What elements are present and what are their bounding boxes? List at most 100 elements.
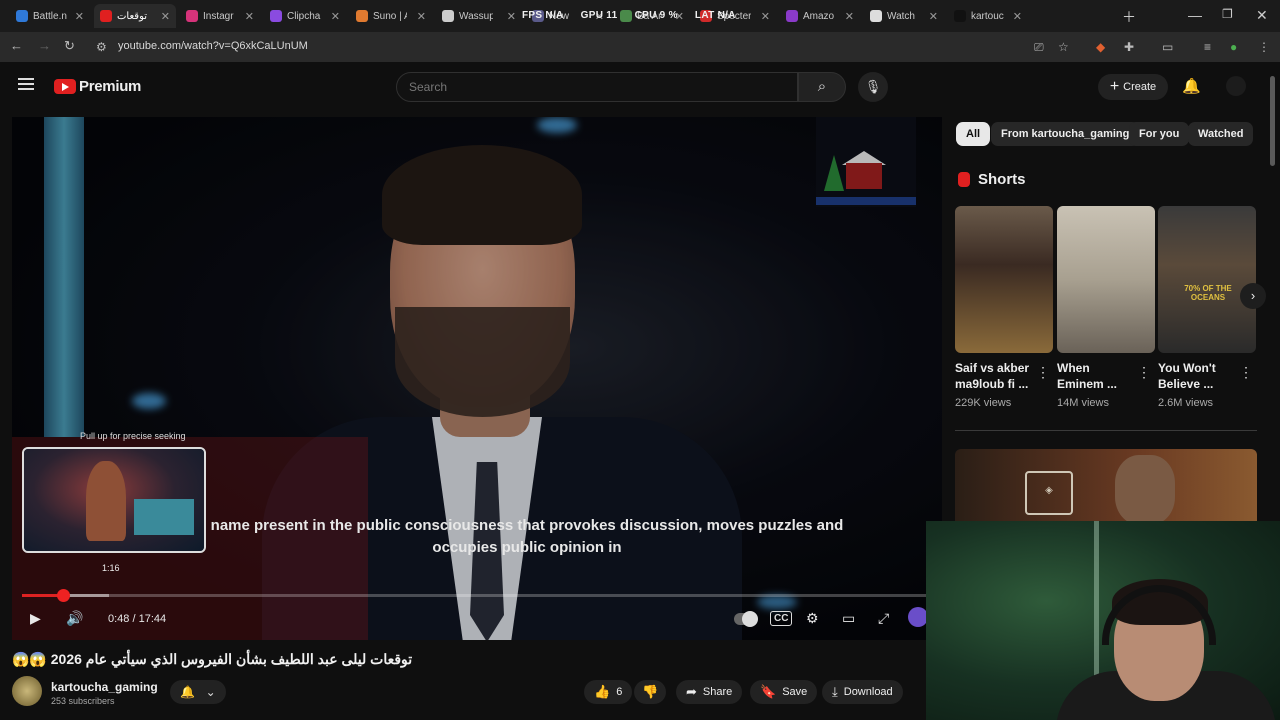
short-title-1[interactable]: Saif vs akber ma9loub fi ... (955, 360, 1035, 392)
subscription-bell-button[interactable]: 🔔 ⌄ (170, 680, 226, 704)
account-avatar[interactable] (1226, 76, 1246, 96)
video-player[interactable]: Pull up for precise seeking 1:16 name pr… (12, 117, 942, 640)
notifications-bell-icon[interactable]: 🔔 (1182, 77, 1201, 95)
media-icon[interactable]: ≡ (1204, 40, 1211, 54)
create-button[interactable]: + Create (1098, 74, 1168, 100)
shorts-next-chevron-icon[interactable]: › (1240, 283, 1266, 309)
chip-watched[interactable]: Watched (1188, 122, 1254, 146)
profile-avatar[interactable]: ● (1230, 40, 1237, 54)
like-count: 6 (616, 686, 623, 698)
tab-title: kartouc (971, 10, 1004, 22)
save-button[interactable]: 🔖 Save (750, 680, 818, 704)
fullscreen-icon[interactable]: ⤢ (878, 610, 889, 627)
close-window-button[interactable]: ✕ (1256, 7, 1268, 24)
tab-close-icon[interactable]: ✕ (929, 10, 938, 23)
reload-icon[interactable]: ↻ (64, 38, 75, 54)
site-info-icon[interactable]: ⚙ (96, 40, 107, 54)
chip-for-you[interactable]: For you (1129, 122, 1190, 146)
channel-avatar[interactable] (12, 676, 42, 706)
dislike-button[interactable]: 👎 (634, 680, 666, 704)
create-label: Create (1123, 81, 1157, 93)
play-icon[interactable]: ▶ (30, 610, 41, 627)
short-menu-icon[interactable]: ⋮ (1036, 364, 1050, 381)
browser-tab[interactable]: Battle.n ✕ (10, 4, 90, 28)
chip-from-channel[interactable]: From kartoucha_gaming (991, 122, 1140, 146)
subtitle-caption: name present in the public consciousness… (192, 515, 862, 559)
scrubber-handle[interactable] (57, 589, 71, 602)
short-menu-icon[interactable]: ⋮ (1137, 364, 1151, 381)
autoplay-toggle[interactable] (734, 611, 758, 627)
tab-close-icon[interactable]: ✕ (245, 10, 254, 23)
shorts-heading-text: Shorts (978, 171, 1026, 188)
progress-bar[interactable] (22, 589, 934, 602)
maximize-button[interactable]: ❐ (1222, 7, 1233, 21)
menu-kebab-icon[interactable]: ⋮ (1258, 40, 1270, 54)
share-label: Share (702, 686, 733, 698)
back-icon[interactable]: ← (10, 38, 23, 53)
tab-close-icon[interactable]: ✕ (331, 10, 340, 23)
tab-close-icon[interactable]: ✕ (161, 10, 170, 23)
video-dim-layer (12, 117, 942, 640)
browser-tab[interactable]: Amazo ✕ (780, 4, 860, 28)
short-thumbnail-3[interactable]: 70% OF THE OCEANS (1158, 206, 1256, 353)
tab-close-icon[interactable]: ✕ (1013, 10, 1022, 23)
search-input[interactable] (397, 73, 791, 101)
browser-tab[interactable]: Suno | A ✕ (350, 4, 432, 28)
share-button[interactable]: ➦ Share (676, 680, 743, 704)
extensions-puzzle-icon[interactable]: ✚ (1124, 40, 1134, 54)
forward-icon[interactable]: → (38, 38, 51, 53)
recommended-video-thumbnail[interactable]: ◈ (955, 449, 1257, 524)
address-bar-url[interactable]: youtube.com/watch?v=Q6xkCaLUnUM (118, 40, 308, 52)
miniplayer-icon[interactable]: ▭ (842, 610, 855, 627)
chevron-down-icon: ⌄ (205, 685, 216, 699)
browser-tab[interactable]: Wassup ✕ (436, 4, 522, 28)
seek-hint-text: Pull up for precise seeking (80, 431, 186, 441)
download-label: Download (843, 686, 893, 698)
youtube-play-icon (54, 79, 76, 94)
minimize-button[interactable]: — (1188, 7, 1202, 23)
tab-close-icon[interactable]: ✕ (507, 10, 516, 23)
browser-tab[interactable]: Instagr ✕ (180, 4, 260, 28)
search-box (396, 72, 798, 102)
tab-close-icon[interactable]: ✕ (417, 10, 426, 23)
search-button[interactable]: ⌕ (798, 72, 846, 102)
tab-close-icon[interactable]: ✕ (845, 10, 854, 23)
sidepanel-icon[interactable]: ▭ (1162, 40, 1173, 54)
short-thumbnail-1[interactable] (955, 206, 1053, 353)
tab-title: Instagr (203, 10, 234, 22)
short-title-2[interactable]: When Eminem ... (1057, 360, 1137, 392)
caption-line-1: name present in the public consciousness… (210, 517, 844, 534)
youtube-logo[interactable]: Premium (54, 78, 141, 95)
download-button[interactable]: ⤓ Download (822, 680, 903, 704)
guide-menu-icon[interactable] (18, 78, 34, 90)
new-tab-button[interactable]: ＋ (1122, 7, 1136, 27)
extension-badge-icon[interactable] (908, 607, 928, 627)
video-title: توقعات ليلى عبد اللطيف بشأن الفيروس الذي… (12, 651, 413, 667)
cast-icon[interactable]: ⎚ (1034, 40, 1044, 55)
volume-icon[interactable]: 🔊 (66, 610, 83, 627)
tab-close-icon[interactable]: ✕ (75, 10, 84, 23)
short-menu-icon[interactable]: ⋮ (1239, 364, 1253, 381)
settings-gear-icon[interactable]: ⚙ (806, 610, 819, 627)
fps-stat: FPS N/A (522, 10, 564, 21)
browser-tab[interactable]: Clipcha ✕ (264, 4, 346, 28)
section-divider (955, 430, 1257, 431)
channel-name[interactable]: kartoucha_gaming (51, 680, 158, 694)
voice-search-button[interactable]: 🎙 (858, 72, 888, 102)
browser-tab[interactable]: kartouc ✕ (948, 4, 1028, 28)
page-scrollbar[interactable] (1270, 76, 1275, 166)
short-thumbnail-2[interactable] (1057, 206, 1155, 353)
tab-favicon-icon (356, 10, 368, 22)
bookmark-star-icon[interactable]: ☆ (1058, 40, 1069, 54)
short-title-3[interactable]: You Won't Believe ... (1158, 360, 1238, 392)
extension-icon[interactable]: ◆ (1096, 40, 1105, 54)
like-button[interactable]: 👍 6 (584, 680, 632, 704)
browser-tab[interactable]: توقعات ✕ (94, 4, 176, 28)
tab-favicon-icon (186, 10, 198, 22)
tab-title: Watch (887, 10, 915, 22)
tab-close-icon[interactable]: ✕ (761, 10, 770, 23)
time-display: 0:48 / 17:44 (108, 613, 167, 625)
subtitles-cc-button[interactable]: CC (770, 611, 793, 626)
chip-all[interactable]: All (956, 122, 991, 146)
browser-tab[interactable]: Watch ✕ (864, 4, 944, 28)
